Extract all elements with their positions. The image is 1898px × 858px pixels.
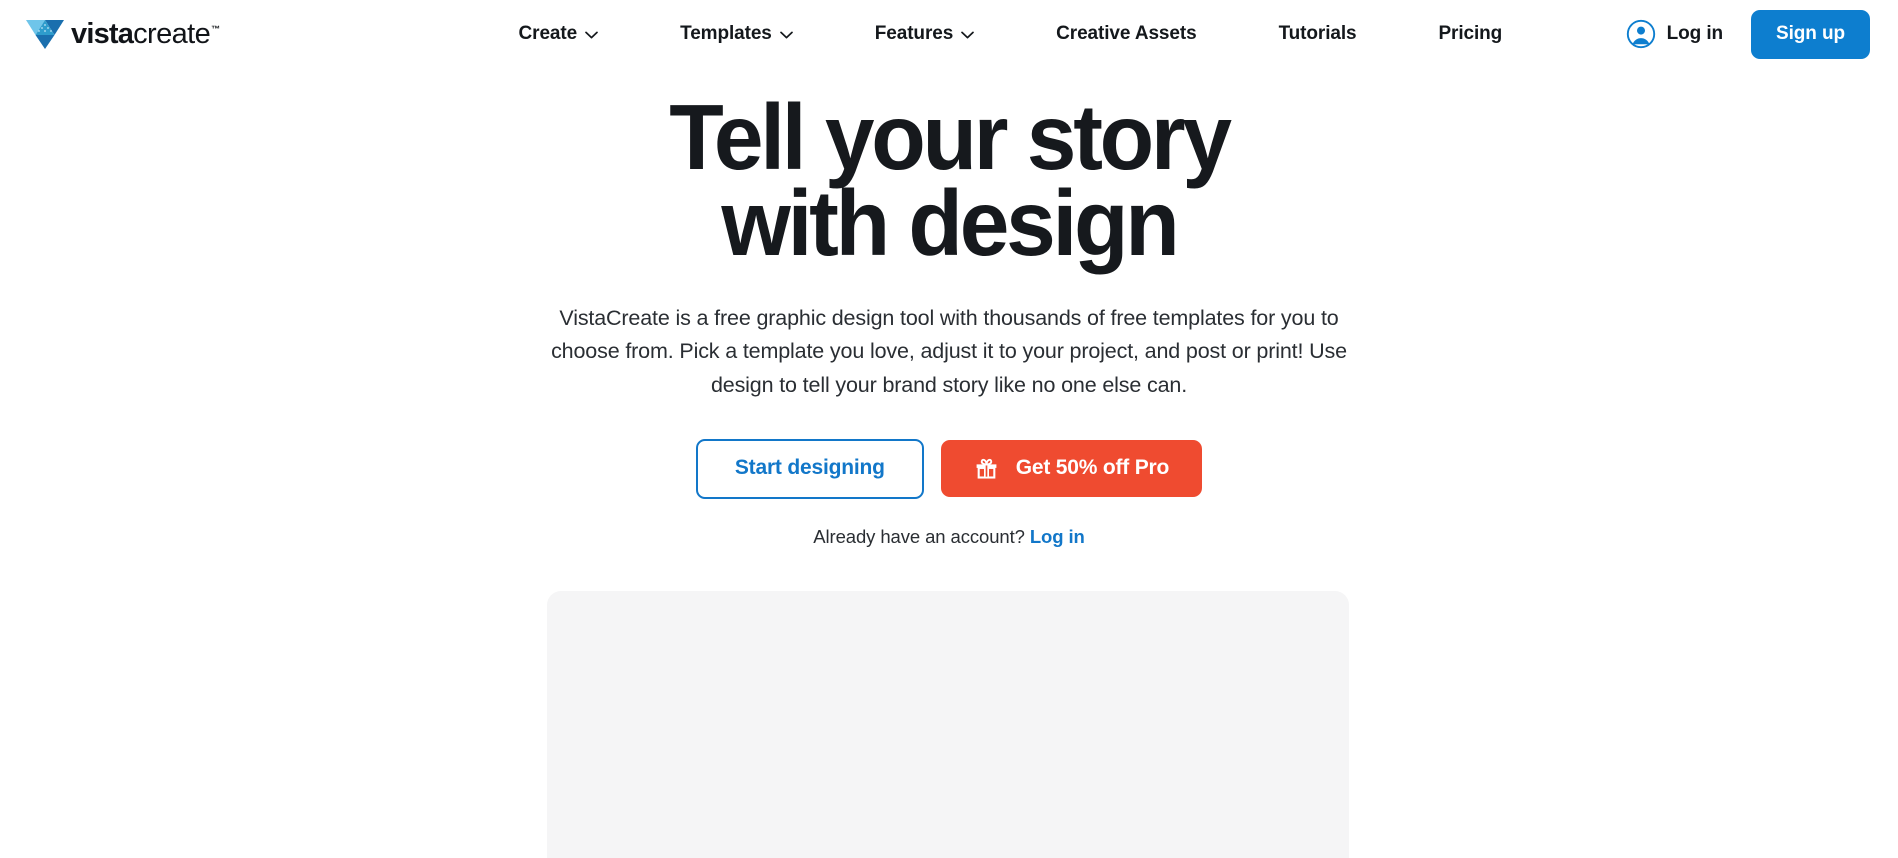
template-showcase: BAKERY WE MADE The Best pastry Visit any… [0, 590, 1898, 858]
login-link[interactable]: Log in [1626, 19, 1723, 49]
nav-label: Features [874, 23, 954, 44]
main-navigation: Create Templates Features Creative Asset… [395, 23, 1626, 45]
account-prompt-text: Already have an account? [813, 525, 1025, 547]
site-header: vistacreate™ Create Templates Features C… [0, 0, 1898, 68]
nav-item-creative-assets[interactable]: Creative Assets [1015, 23, 1237, 45]
header-actions: Log in Sign up [1626, 9, 1870, 59]
nav-label: Create [518, 23, 578, 44]
brand-name-light: create [133, 17, 211, 50]
start-designing-button[interactable]: Start designing [695, 438, 924, 499]
nav-item-features[interactable]: Features [834, 23, 1015, 45]
vistacreate-triangle-logo [26, 20, 64, 49]
chevron-down-icon [961, 31, 975, 39]
nav-label: Tutorials [1278, 23, 1357, 44]
chevron-down-icon [585, 31, 598, 39]
brand-logo[interactable]: vistacreate™ [26, 19, 220, 49]
inline-login-link[interactable]: Log in [1030, 526, 1085, 547]
user-account-icon [1626, 19, 1655, 49]
nav-label: Pricing [1438, 23, 1503, 44]
hero-title-line-2: with design [721, 171, 1179, 276]
nav-item-templates[interactable]: Templates [639, 23, 834, 45]
promo-label: Get 50% off Pro [1015, 455, 1170, 479]
account-prompt: Already have an account? Log in [0, 526, 1898, 548]
brand-trademark: ™ [211, 23, 221, 34]
nav-label: Templates [680, 23, 772, 44]
signup-button[interactable]: Sign up [1751, 9, 1870, 59]
hero-section: Tell your story with design VistaCreate … [0, 68, 1898, 548]
hero-subtitle: VistaCreate is a free graphic design too… [551, 305, 1347, 397]
brand-name: vistacreate™ [71, 17, 221, 50]
showcase-backdrop-panel [547, 590, 1349, 858]
nav-item-tutorials[interactable]: Tutorials [1238, 23, 1398, 45]
nav-item-pricing[interactable]: Pricing [1397, 23, 1543, 45]
nav-item-create[interactable]: Create [478, 23, 640, 45]
login-label: Log in [1666, 23, 1724, 44]
gift-icon [976, 459, 997, 479]
hero-cta-row: Start designing Get 50% off Pro [0, 438, 1898, 499]
chevron-down-icon [779, 31, 793, 39]
get-pro-discount-button[interactable]: Get 50% off Pro [940, 440, 1203, 498]
nav-label: Creative Assets [1056, 23, 1197, 44]
page-title: Tell your story with design [38, 91, 1860, 270]
brand-name-bold: vista [71, 17, 134, 50]
